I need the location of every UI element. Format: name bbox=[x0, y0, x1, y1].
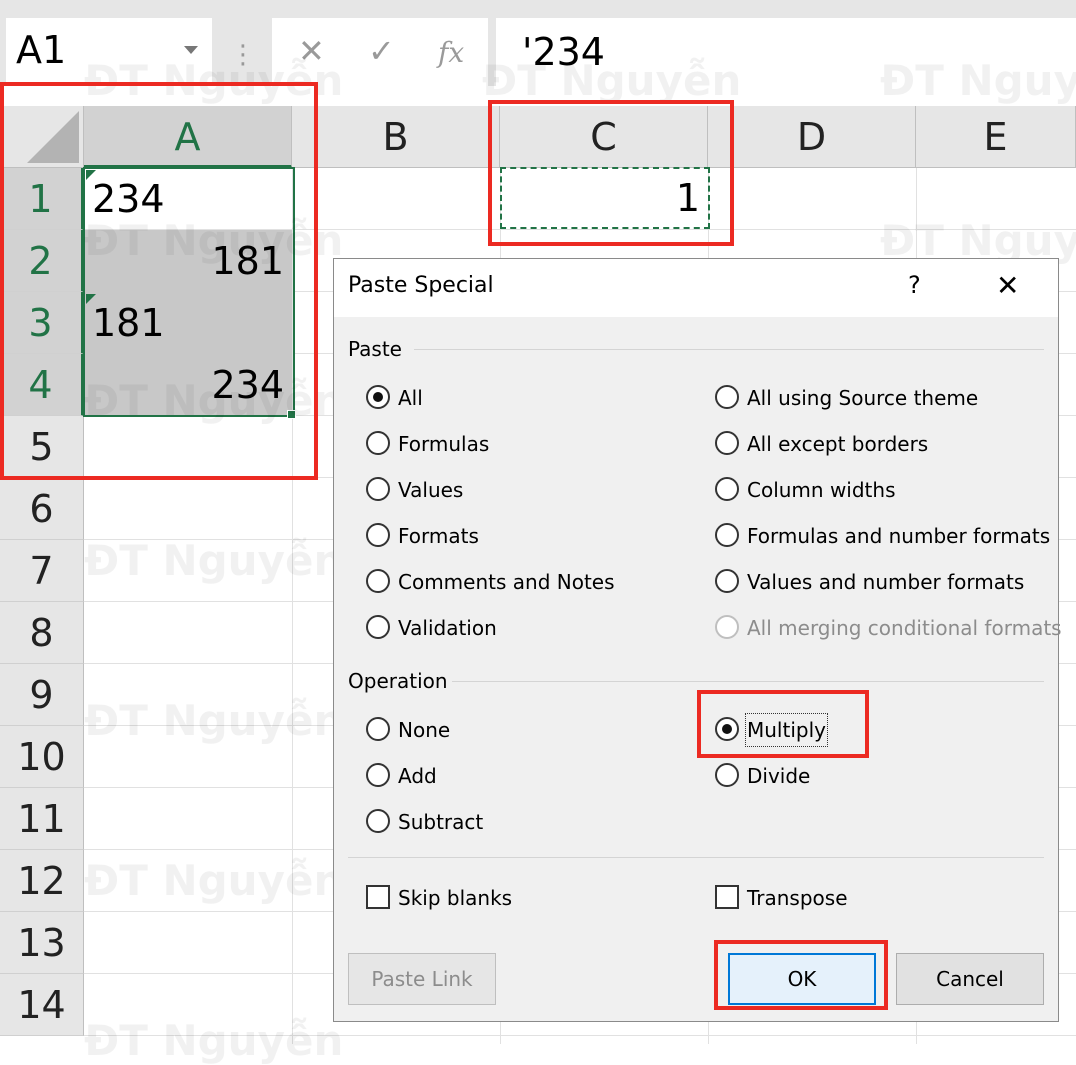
divider bbox=[348, 857, 1044, 858]
close-icon[interactable]: ✕ bbox=[996, 269, 1019, 302]
checkbox-icon bbox=[715, 885, 739, 909]
radio-label: Values bbox=[398, 478, 464, 502]
watermark: ĐT Nguyễn bbox=[84, 856, 344, 905]
radio-label: All except borders bbox=[747, 432, 929, 456]
checkbox-label: Transpose bbox=[747, 886, 848, 910]
radio-operation-subtract[interactable]: Subtract bbox=[366, 807, 666, 837]
radio-icon bbox=[715, 431, 739, 455]
radio-icon bbox=[366, 615, 390, 639]
help-icon[interactable]: ? bbox=[908, 271, 921, 299]
radio-label: Validation bbox=[398, 616, 497, 640]
insert-function-icon[interactable]: fx bbox=[438, 36, 464, 69]
radio-selected-icon bbox=[366, 385, 390, 409]
column-header-b[interactable]: B bbox=[292, 106, 500, 168]
column-header-e[interactable]: E bbox=[916, 106, 1076, 168]
dialog-title: Paste Special bbox=[348, 273, 494, 298]
radio-icon bbox=[366, 477, 390, 501]
row-header-6[interactable]: 6 bbox=[0, 478, 84, 540]
row-header-10[interactable]: 10 bbox=[0, 726, 84, 788]
radio-label: Values and number formats bbox=[747, 570, 1025, 594]
radio-paste-formulas-number-formats[interactable]: Formulas and number formats bbox=[715, 521, 1055, 551]
radio-paste-validation[interactable]: Validation bbox=[366, 613, 666, 643]
watermark: ĐT Nguyễn bbox=[880, 56, 1076, 105]
row-header-8[interactable]: 8 bbox=[0, 602, 84, 664]
cancel-button[interactable]: Cancel bbox=[896, 953, 1044, 1005]
radio-label: Column widths bbox=[747, 478, 896, 502]
checkbox-icon bbox=[366, 885, 390, 909]
radio-icon bbox=[715, 763, 739, 787]
paste-special-dialog: Paste Special ? ✕ Paste All Formulas Val… bbox=[333, 258, 1062, 1022]
radio-paste-values[interactable]: Values bbox=[366, 475, 666, 505]
radio-label: Formulas bbox=[398, 432, 490, 456]
radio-icon bbox=[366, 763, 390, 787]
radio-paste-formulas[interactable]: Formulas bbox=[366, 429, 666, 459]
watermark: ĐT Nguyễn bbox=[84, 536, 344, 585]
paste-section-label: Paste bbox=[348, 337, 402, 361]
divider bbox=[414, 349, 1044, 350]
radio-icon bbox=[715, 385, 739, 409]
radio-paste-merging-conditional-formats: All merging conditional formats bbox=[715, 613, 1062, 643]
name-box-value: A1 bbox=[16, 28, 67, 72]
radio-disabled-icon bbox=[715, 615, 739, 639]
radio-paste-formats[interactable]: Formats bbox=[366, 521, 666, 551]
paste-link-button[interactable]: Paste Link bbox=[348, 953, 496, 1005]
radio-operation-divide[interactable]: Divide bbox=[715, 761, 915, 791]
radio-label: All bbox=[398, 386, 423, 410]
radio-icon bbox=[366, 809, 390, 833]
divider bbox=[452, 681, 1044, 682]
radio-paste-except-borders[interactable]: All except borders bbox=[715, 429, 1055, 459]
radio-icon bbox=[366, 717, 390, 741]
radio-label: All merging conditional formats bbox=[747, 616, 1062, 640]
highlight-box-cell-c1 bbox=[488, 100, 734, 246]
radio-paste-column-widths[interactable]: Column widths bbox=[715, 475, 1055, 505]
enter-icon[interactable]: ✓ bbox=[368, 32, 395, 70]
radio-icon bbox=[715, 523, 739, 547]
watermark: ĐT Nguyễn bbox=[84, 696, 344, 745]
checkbox-transpose[interactable]: Transpose bbox=[715, 883, 1015, 913]
operation-section-label: Operation bbox=[348, 669, 448, 693]
radio-label: Comments and Notes bbox=[398, 570, 615, 594]
highlight-box-column-a bbox=[0, 82, 318, 480]
watermark: ĐT Nguyễn bbox=[84, 1016, 344, 1065]
radio-operation-none[interactable]: None bbox=[366, 715, 666, 745]
checkbox-label: Skip blanks bbox=[398, 886, 513, 910]
row-header-9[interactable]: 9 bbox=[0, 664, 84, 726]
checkbox-skip-blanks[interactable]: Skip blanks bbox=[366, 883, 666, 913]
column-header-d[interactable]: D bbox=[708, 106, 916, 168]
row-header-14[interactable]: 14 bbox=[0, 974, 84, 1036]
radio-paste-comments[interactable]: Comments and Notes bbox=[366, 567, 666, 597]
radio-icon bbox=[715, 477, 739, 501]
radio-icon bbox=[366, 523, 390, 547]
radio-label: Divide bbox=[747, 764, 811, 788]
radio-paste-values-number-formats[interactable]: Values and number formats bbox=[715, 567, 1055, 597]
row-header-7[interactable]: 7 bbox=[0, 540, 84, 602]
row-header-11[interactable]: 11 bbox=[0, 788, 84, 850]
row-header-12[interactable]: 12 bbox=[0, 850, 84, 912]
radio-paste-source-theme[interactable]: All using Source theme bbox=[715, 383, 1055, 413]
radio-icon bbox=[366, 431, 390, 455]
watermark: ĐT Nguyễn bbox=[482, 56, 742, 105]
radio-paste-all[interactable]: All bbox=[366, 383, 666, 413]
radio-label: None bbox=[398, 718, 451, 742]
radio-icon bbox=[715, 569, 739, 593]
row-header-13[interactable]: 13 bbox=[0, 912, 84, 974]
radio-icon bbox=[366, 569, 390, 593]
highlight-box-multiply bbox=[697, 690, 869, 758]
radio-operation-add[interactable]: Add bbox=[366, 761, 666, 791]
radio-label: Formulas and number formats bbox=[747, 524, 1051, 548]
radio-label: Subtract bbox=[398, 810, 484, 834]
highlight-box-ok bbox=[714, 940, 888, 1010]
radio-label: All using Source theme bbox=[747, 386, 979, 410]
chevron-down-icon[interactable] bbox=[184, 46, 198, 54]
radio-label: Formats bbox=[398, 524, 479, 548]
radio-label: Add bbox=[398, 764, 437, 788]
